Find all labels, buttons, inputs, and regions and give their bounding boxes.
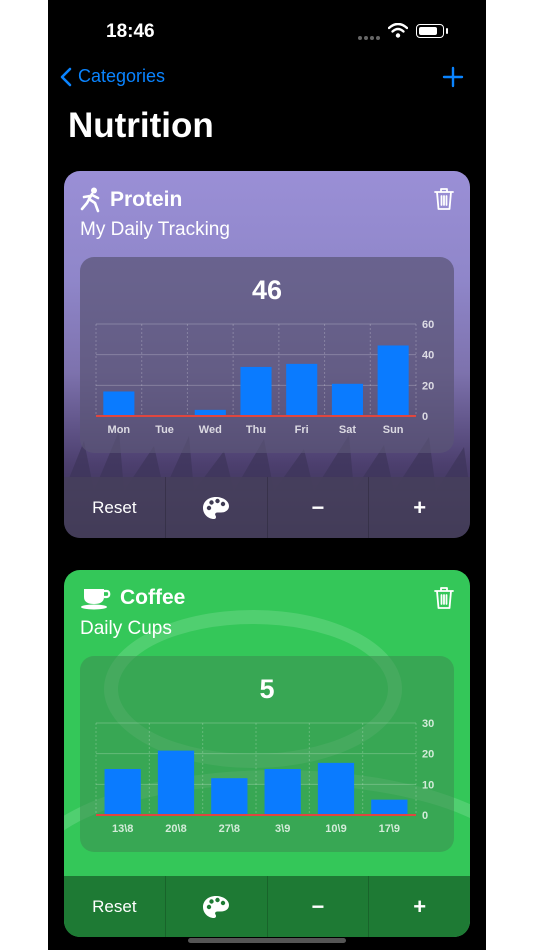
x-tick-label: Tue (155, 424, 174, 436)
x-tick-label: 3\9 (275, 823, 290, 835)
y-tick-label: 30 (422, 718, 434, 730)
bar (240, 366, 272, 416)
back-button-label: Categories (78, 66, 166, 86)
category-card-coffee[interactable]: Coffee Daily Cups 5 0 10 20 30 13\8 20\8 27\8 3… (64, 570, 470, 937)
reset-button[interactable]: Reset (64, 477, 165, 538)
wifi-icon (388, 23, 408, 38)
battery-icon (416, 24, 448, 38)
x-tick-label: Thu (246, 424, 266, 436)
status-time: 18:46 (106, 21, 155, 42)
palette-button[interactable] (164, 477, 267, 538)
trash-icon[interactable] (434, 586, 454, 610)
card-header: Coffee (80, 586, 185, 610)
decrement-button[interactable]: − (266, 876, 369, 937)
bar (103, 391, 135, 416)
card-button-bar: Reset − + (64, 876, 470, 937)
reset-button[interactable]: Reset (64, 876, 165, 937)
decrement-button[interactable]: − (266, 477, 369, 538)
x-tick-label: 10\9 (325, 823, 346, 835)
category-card-protein[interactable]: Protein My Daily Tracking 46 0 20 40 60 Mon T… (64, 171, 470, 538)
card-subtitle: Daily Cups (80, 618, 172, 639)
y-tick-label: 10 (422, 779, 434, 791)
chevron-left-icon (60, 67, 72, 86)
y-tick-label: 20 (422, 380, 434, 392)
y-tick-label: 20 (422, 749, 434, 761)
card-button-bar: Reset − + (64, 477, 470, 538)
x-tick-label: Wed (199, 424, 222, 436)
bar-chart: 0 20 40 60 Mon Tue Wed Thu Fri Sat Sun (95, 319, 434, 436)
y-tick-label: 0 (422, 810, 428, 822)
bar (331, 383, 363, 416)
x-tick-label: Sun (383, 424, 404, 436)
trash-icon[interactable] (434, 187, 454, 211)
card-subtitle: My Daily Tracking (80, 219, 230, 240)
back-button[interactable]: Categories (60, 66, 165, 87)
coffee-cup-icon (81, 589, 111, 610)
bar (211, 778, 248, 815)
bar (264, 769, 301, 815)
bar (157, 750, 195, 815)
x-tick-label: Sat (339, 424, 356, 436)
card-title: Coffee (120, 586, 186, 609)
chart-panel: 5 0 10 20 30 13\8 20\8 27\8 3\9 10\9 17\9 (80, 656, 454, 852)
navigation-bar: Categories (48, 62, 486, 98)
status-bar: 18:46 (48, 0, 486, 60)
bar (377, 345, 409, 416)
page-title: Nutrition (68, 106, 214, 145)
palette-icon (203, 895, 230, 918)
x-tick-label: Mon (108, 424, 131, 436)
bar (317, 762, 355, 815)
y-tick-label: 60 (422, 319, 434, 331)
chart-panel: 46 0 20 40 60 Mon Tue Wed Thu Fri Sat Sun (80, 257, 454, 453)
y-tick-label: 40 (422, 350, 434, 362)
palette-button[interactable] (164, 876, 267, 937)
increment-button[interactable]: + (368, 876, 470, 937)
card-title: Protein (110, 188, 183, 211)
y-tick-label: 0 (422, 411, 428, 423)
bar-chart: 0 10 20 30 13\8 20\8 27\8 3\9 10\9 17\9 (95, 718, 434, 835)
x-tick-label: 20\8 (165, 823, 186, 835)
palette-icon (203, 496, 230, 519)
home-indicator (188, 938, 346, 943)
card-header: Protein (80, 187, 182, 213)
x-tick-label: Fri (295, 424, 309, 436)
bar (104, 769, 141, 815)
x-tick-label: 27\8 (219, 823, 240, 835)
increment-button[interactable]: + (368, 477, 470, 538)
cellular-signal-icon (358, 36, 380, 40)
phone-screen: 18:46 Categories Nutrition Protein My Da… (48, 0, 486, 950)
running-figure-icon (80, 187, 100, 213)
bar (286, 363, 318, 416)
x-tick-label: 17\9 (379, 823, 400, 835)
bar (371, 799, 408, 815)
plus-icon[interactable] (442, 66, 464, 88)
x-tick-label: 13\8 (112, 823, 133, 835)
